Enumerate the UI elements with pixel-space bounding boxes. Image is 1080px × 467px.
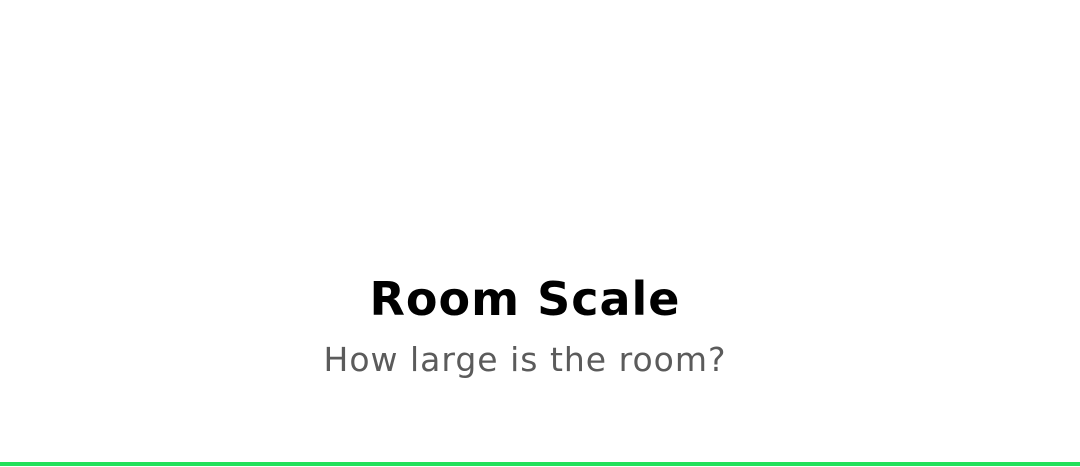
heading-block: Room Scale How large is the room? [0,268,1050,382]
page-title: Room Scale [369,272,681,326]
page-subtitle: How large is the room? [323,340,727,379]
room-scale-screen: Room Scale How large is the room? [0,0,1080,467]
accent-divider [0,462,1080,466]
